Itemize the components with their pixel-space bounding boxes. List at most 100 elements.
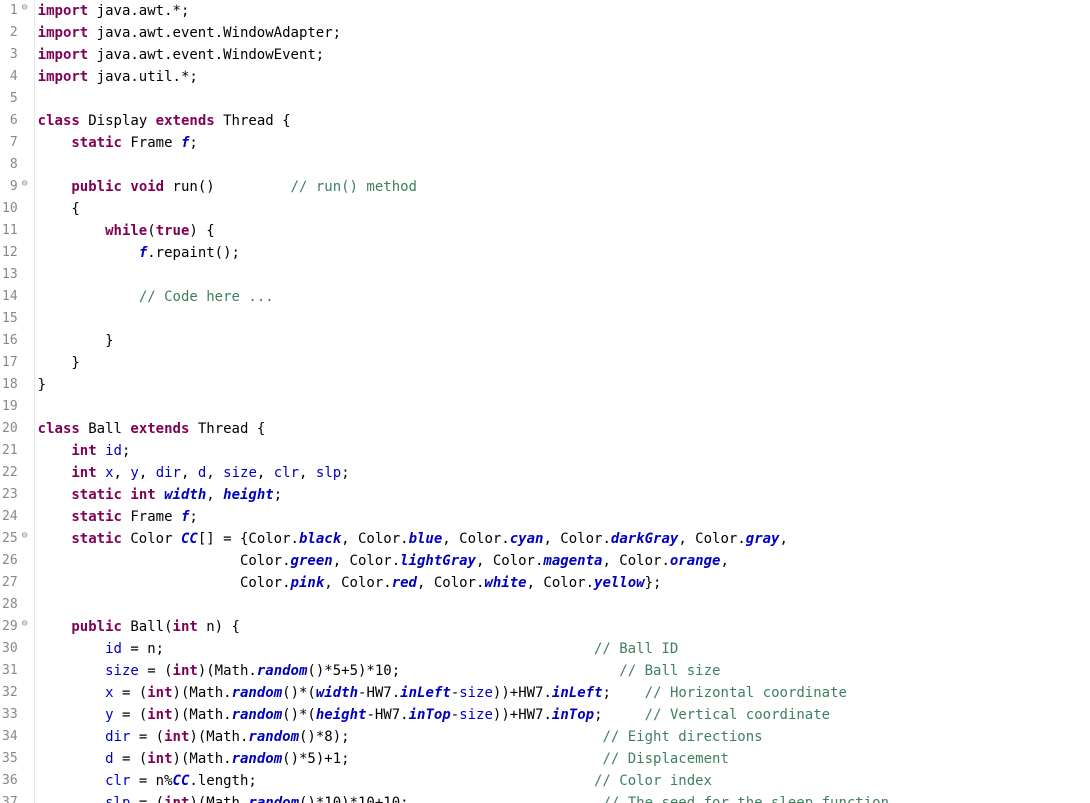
token-id: run() <box>164 179 290 195</box>
token-fld: clr <box>105 773 130 789</box>
token-id: { <box>38 201 80 217</box>
token-fld: id <box>105 443 122 459</box>
code-line[interactable]: import java.awt.event.WindowAdapter; <box>38 22 1090 44</box>
code-line[interactable]: { <box>38 198 1090 220</box>
line-number: 30 <box>2 638 28 660</box>
token-id: )(Math. <box>173 751 232 767</box>
token-stc: yellow <box>594 575 645 591</box>
token-id: Color. <box>38 553 291 569</box>
token-id: ; <box>122 443 130 459</box>
token-fld: slp <box>105 795 130 803</box>
line-number-text: 14 <box>2 286 18 308</box>
code-line[interactable]: import java.awt.*; <box>38 0 1090 22</box>
code-line[interactable]: clr = n%CC.length; // Color index <box>38 770 1090 792</box>
line-number: 25⊖ <box>2 528 28 550</box>
token-id: , Color. <box>324 575 391 591</box>
code-line[interactable]: f.repaint(); <box>38 242 1090 264</box>
code-line[interactable]: } <box>38 374 1090 396</box>
token-stc: height <box>223 487 274 503</box>
token-id: ; <box>274 487 282 503</box>
token-id: ()*5+5)*10; <box>307 663 619 679</box>
code-line[interactable] <box>38 396 1090 418</box>
token-id: , Color. <box>341 531 408 547</box>
token-id: n) { <box>198 619 240 635</box>
line-number-text: 15 <box>2 308 18 330</box>
token-stc: lightGray <box>400 553 476 569</box>
code-line[interactable] <box>38 88 1090 110</box>
code-line[interactable]: public void run() // run() method <box>38 176 1090 198</box>
token-stc: pink <box>291 575 325 591</box>
code-line[interactable]: import java.util.*; <box>38 66 1090 88</box>
code-line[interactable]: static Color CC[] = {Color.black, Color.… <box>38 528 1090 550</box>
line-number-text: 3 <box>10 44 18 66</box>
token-stc: random <box>248 795 299 803</box>
code-line[interactable]: public Ball(int n) { <box>38 616 1090 638</box>
code-line[interactable]: Color.green, Color.lightGray, Color.mage… <box>38 550 1090 572</box>
code-line[interactable]: Color.pink, Color.red, Color.white, Colo… <box>38 572 1090 594</box>
token-id: } <box>38 333 114 349</box>
token-id <box>38 443 72 459</box>
code-area[interactable]: import java.awt.*;import java.awt.event.… <box>35 0 1090 803</box>
token-id: )(Math. <box>198 663 257 679</box>
code-line[interactable]: int id; <box>38 440 1090 462</box>
line-number-text: 24 <box>2 506 18 528</box>
token-id <box>38 223 105 239</box>
line-number-text: 1 <box>10 0 18 22</box>
token-id: = ( <box>114 707 148 723</box>
code-line[interactable]: } <box>38 330 1090 352</box>
code-line[interactable]: class Display extends Thread { <box>38 110 1090 132</box>
fold-icon[interactable]: ⊖ <box>20 532 28 540</box>
fold-icon[interactable]: ⊖ <box>20 4 28 12</box>
code-line[interactable]: size = (int)(Math.random()*5+5)*10; // B… <box>38 660 1090 682</box>
fold-icon[interactable]: ⊖ <box>20 180 28 188</box>
line-number: 7 <box>2 132 28 154</box>
code-line[interactable] <box>38 308 1090 330</box>
token-kw: static <box>71 509 122 525</box>
token-id: ()*( <box>282 685 316 701</box>
code-line[interactable]: import java.awt.event.WindowEvent; <box>38 44 1090 66</box>
code-line[interactable]: class Ball extends Thread { <box>38 418 1090 440</box>
code-editor[interactable]: 1⊖23456789⊖10111213141516171819202122232… <box>0 0 1090 803</box>
code-line[interactable]: while(true) { <box>38 220 1090 242</box>
line-number-text: 7 <box>10 132 18 154</box>
token-id <box>38 773 105 789</box>
token-stc: darkGray <box>611 531 678 547</box>
code-line[interactable]: static Frame f; <box>38 506 1090 528</box>
token-stc: inLeft <box>552 685 603 701</box>
code-line[interactable]: static int width, height; <box>38 484 1090 506</box>
token-kw: import <box>38 47 89 63</box>
token-fld: d <box>105 751 113 767</box>
code-line[interactable]: y = (int)(Math.random()*(height-HW7.inTo… <box>38 704 1090 726</box>
line-number: 22 <box>2 462 28 484</box>
line-number-text: 36 <box>2 770 18 792</box>
code-line[interactable] <box>38 154 1090 176</box>
fold-icon[interactable]: ⊖ <box>20 620 28 628</box>
token-id: ; <box>603 685 645 701</box>
line-number: 27 <box>2 572 28 594</box>
line-number-text: 20 <box>2 418 18 440</box>
code-line[interactable]: int x, y, dir, d, size, clr, slp; <box>38 462 1090 484</box>
code-line[interactable]: } <box>38 352 1090 374</box>
code-line[interactable]: x = (int)(Math.random()*(width-HW7.inLef… <box>38 682 1090 704</box>
line-number-text: 9 <box>10 176 18 198</box>
token-kw: int <box>147 751 172 767</box>
token-kw: int <box>147 685 172 701</box>
code-line[interactable] <box>38 594 1090 616</box>
token-id: Color <box>122 531 181 547</box>
code-line[interactable]: // Code here ... <box>38 286 1090 308</box>
line-number: 4 <box>2 66 28 88</box>
token-id: , Color. <box>678 531 745 547</box>
code-line[interactable]: d = (int)(Math.random()*5)+1; // Displac… <box>38 748 1090 770</box>
line-number: 12 <box>2 242 28 264</box>
token-kw: int <box>173 663 198 679</box>
token-id: - <box>451 707 459 723</box>
code-line[interactable]: id = n; // Ball ID <box>38 638 1090 660</box>
code-line[interactable]: slp = (int)(Math.random()*10)*10+10; // … <box>38 792 1090 803</box>
code-line[interactable]: static Frame f; <box>38 132 1090 154</box>
code-line[interactable]: dir = (int)(Math.random()*8); // Eight d… <box>38 726 1090 748</box>
token-id: , Color. <box>543 531 610 547</box>
line-number: 28 <box>2 594 28 616</box>
line-number-text: 21 <box>2 440 18 462</box>
code-line[interactable] <box>38 264 1090 286</box>
line-number: 5 <box>2 88 28 110</box>
